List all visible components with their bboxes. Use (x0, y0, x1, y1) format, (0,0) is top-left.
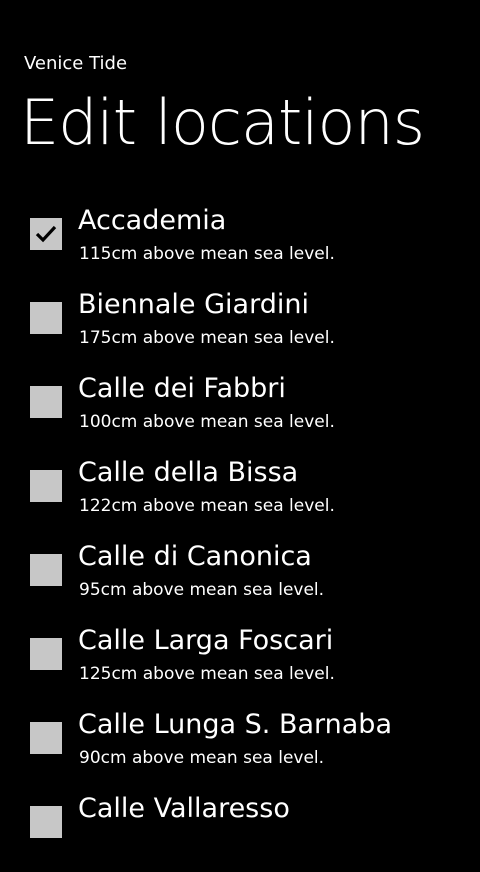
location-name: Calle Vallaresso (78, 793, 290, 824)
location-name: Biennale Giardini (78, 289, 309, 320)
location-name: Calle della Bissa (78, 457, 299, 488)
location-item[interactable]: Accademia 115cm above mean sea level. (0, 200, 480, 284)
location-name: Calle Larga Foscari (78, 625, 334, 656)
location-list: Accademia 115cm above mean sea level. Bi… (0, 200, 480, 872)
location-level: 175cm above mean sea level. (79, 328, 335, 348)
location-checkbox[interactable] (30, 218, 62, 250)
location-level: 122cm above mean sea level. (79, 496, 335, 516)
location-checkbox[interactable] (30, 722, 62, 754)
location-level: 100cm above mean sea level. (79, 412, 335, 432)
location-checkbox[interactable] (30, 638, 62, 670)
checkmark-icon (35, 225, 57, 243)
location-item[interactable]: Calle dei Fabbri 100cm above mean sea le… (0, 368, 480, 452)
location-item[interactable]: Calle della Bissa 122cm above mean sea l… (0, 452, 480, 536)
location-item[interactable]: Calle Lunga S. Barnaba 90cm above mean s… (0, 704, 480, 788)
location-checkbox[interactable] (30, 554, 62, 586)
location-level: 95cm above mean sea level. (79, 580, 325, 600)
location-item[interactable]: Calle Larga Foscari 125cm above mean sea… (0, 620, 480, 704)
location-item[interactable]: Calle di Canonica 95cm above mean sea le… (0, 536, 480, 620)
location-checkbox[interactable] (30, 470, 62, 502)
app-title: Venice Tide (24, 53, 128, 74)
location-name: Calle Lunga S. Barnaba (78, 709, 392, 740)
location-item[interactable]: Biennale Giardini 175cm above mean sea l… (0, 284, 480, 368)
location-level: 90cm above mean sea level. (79, 748, 325, 768)
location-name: Calle di Canonica (78, 541, 312, 572)
location-checkbox[interactable] (30, 302, 62, 334)
page-title: Edit locations (20, 86, 425, 159)
location-item[interactable]: Calle Vallaresso (0, 788, 480, 872)
location-checkbox[interactable] (30, 806, 62, 838)
location-name: Calle dei Fabbri (78, 373, 286, 404)
location-level: 115cm above mean sea level. (79, 244, 335, 264)
location-checkbox[interactable] (30, 386, 62, 418)
location-level: 125cm above mean sea level. (79, 664, 335, 684)
location-name: Accademia (78, 205, 227, 236)
